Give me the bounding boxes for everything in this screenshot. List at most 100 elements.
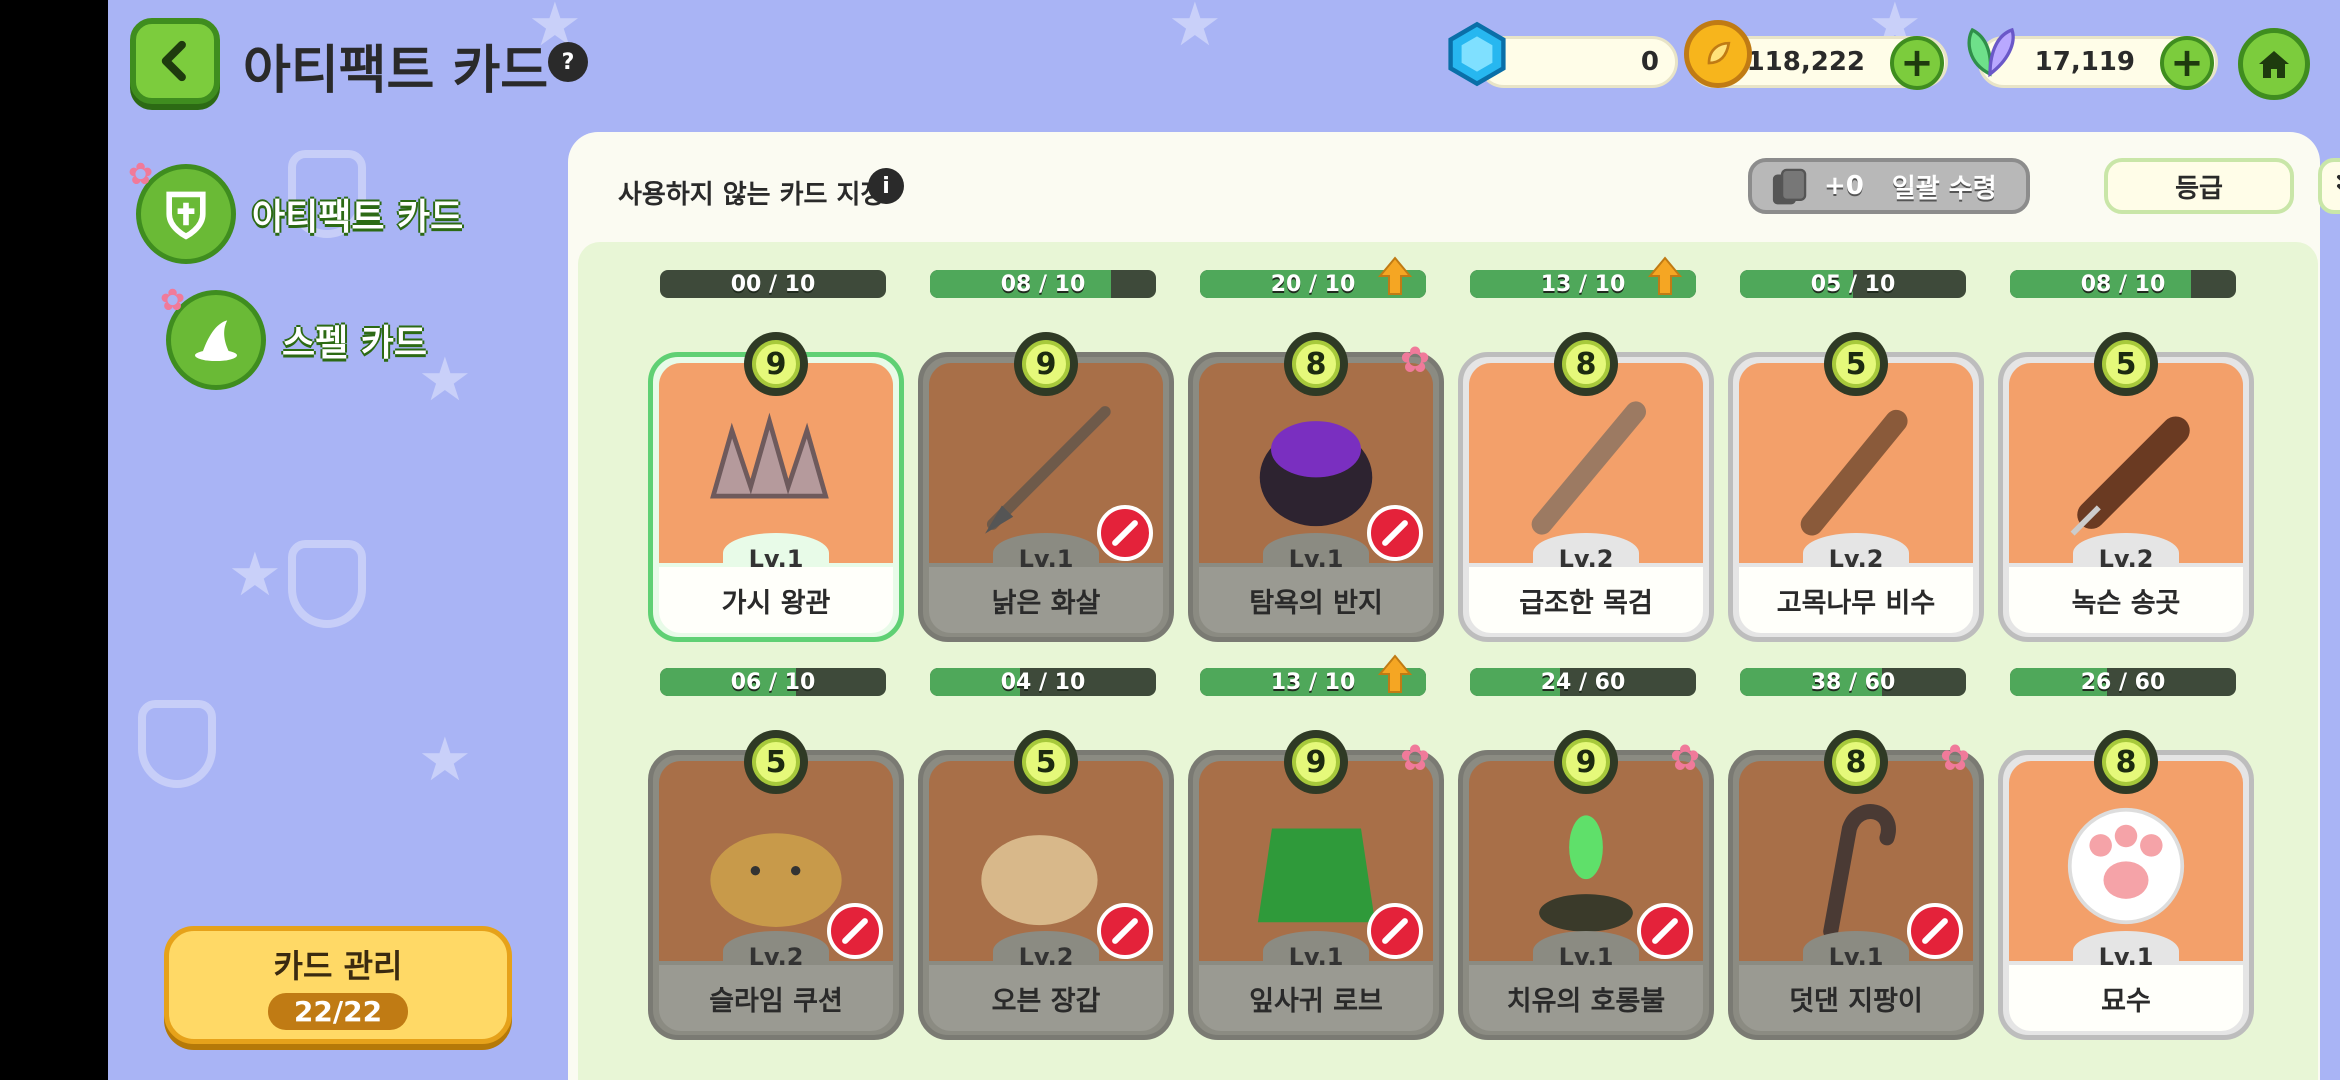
card-progress-text: 06 / 10 (730, 669, 816, 695)
home-icon (2259, 51, 2289, 78)
card-cost: 5 (1832, 340, 1880, 388)
home-button[interactable] (2238, 28, 2310, 100)
help-button[interactable]: ? (548, 42, 588, 82)
card-cost: 9 (1022, 340, 1070, 388)
info-icon[interactable]: i (868, 168, 904, 204)
card-cost: 8 (2102, 738, 2150, 786)
tab-spell-cards[interactable]: 스펠 카드 (166, 290, 427, 390)
cost-badge: 8 (2094, 730, 2158, 794)
cost-badge: 5 (2094, 332, 2158, 396)
card-progress-text: 24 / 60 (1540, 669, 1626, 695)
cost-badge: 9 (744, 332, 808, 396)
unused-ban-icon (1367, 903, 1423, 959)
artifact-icon (2067, 807, 2185, 925)
card-name: 탐욕의 반지 (1199, 567, 1433, 633)
card-cost: 9 (1562, 738, 1610, 786)
chevron-left-icon (161, 40, 186, 82)
artifact-card[interactable]: 06 / 10 Lv.2 슬라임 쿠션 5 (648, 668, 904, 1040)
star-decoration: ★ (1168, 0, 1222, 60)
tab-label: 아티팩트 카드 (252, 197, 464, 238)
artifact-card[interactable]: 08 / 10 Lv.2 녹슨 송곳 5 (1998, 270, 2254, 642)
card-cost: 9 (752, 340, 800, 388)
sort-toggle-button[interactable] (2318, 158, 2340, 214)
artifact-card[interactable]: 13 / 10 Lv.1 잎사귀 로브 9 ✿ (1188, 654, 1444, 1040)
artifact-card[interactable]: 00 / 10 Lv.1 가시 왕관 9 (648, 270, 904, 642)
cost-badge: 8 (1284, 332, 1348, 396)
artifact-card[interactable]: 20 / 10 Lv.1 탐욕의 반지 8 ✿ (1188, 256, 1444, 642)
bulk-receive-button[interactable]: +0 일괄 수령 (1748, 158, 2030, 214)
unused-ban-icon (1637, 903, 1693, 959)
card-progress-text: 08 / 10 (1000, 271, 1086, 297)
add-leaves-button[interactable]: + (2160, 36, 2214, 90)
cost-badge: 5 (1824, 332, 1888, 396)
unused-card-label: 사용하지 않는 카드 지정 (618, 180, 885, 210)
gem-amount: 0 (1640, 47, 1659, 77)
grade-filter-button[interactable]: 등급 (2104, 158, 2294, 214)
bulk-amount: +0 (1824, 171, 1864, 201)
flower-icon: ✿ (160, 283, 186, 318)
leaf-icon (1956, 18, 2024, 86)
cost-badge: 8 (1824, 730, 1888, 794)
card-progress-text: 08 / 10 (2080, 271, 2166, 297)
card-name: 덧댄 지팡이 (1739, 965, 1973, 1031)
flower-icon: ✿ (1400, 738, 1431, 779)
card-name: 급조한 목검 (1469, 567, 1703, 633)
unused-ban-icon (1097, 505, 1153, 561)
card-name: 고목나무 비수 (1739, 567, 1973, 633)
tab-artifact-cards[interactable]: 아티팩트 카드 (136, 164, 506, 264)
cost-badge: 8 (1554, 332, 1618, 396)
artifact-card[interactable]: 04 / 10 Lv.2 오븐 장갑 5 (918, 668, 1174, 1040)
add-coins-button[interactable]: + (1890, 36, 1944, 90)
artifact-card[interactable]: 05 / 10 Lv.2 고목나무 비수 5 (1728, 270, 1984, 642)
flower-icon: ✿ (1400, 340, 1431, 381)
card-cost: 9 (1292, 738, 1340, 786)
flower-icon: ✿ (128, 157, 154, 192)
artifact-card[interactable]: 24 / 60 Lv.1 치유의 호롱불 9 ✿ (1458, 668, 1714, 1040)
game-screen: ★ ★ ★ ★ ★ ★ 아티팩트 카드 ? 0 118,222 + 17,119 (108, 0, 2340, 1080)
artifact-card[interactable]: 38 / 60 Lv.1 덧댄 지팡이 8 ✿ (1728, 668, 1984, 1040)
upgrade-arrow-icon (1378, 256, 1412, 295)
card-progress-bar: 00 / 10 (660, 270, 886, 298)
unused-ban-icon (827, 903, 883, 959)
gem-icon (1443, 20, 1511, 88)
card-name: 녹슨 송곳 (2009, 567, 2243, 633)
card-manage-button[interactable]: 카드 관리 22/22 (164, 926, 512, 1044)
artifact-card[interactable]: 13 / 10 Lv.2 급조한 목검 8 (1458, 256, 1714, 642)
leaf-amount: 17,119 (2034, 47, 2135, 77)
card-progress-bar: 24 / 60 (1470, 668, 1696, 696)
card-progress-bar: 38 / 60 (1740, 668, 1966, 696)
card-progress-text: 26 / 60 (2080, 669, 2166, 695)
artifact-card[interactable]: 08 / 10 Lv.1 낡은 화살 9 (918, 270, 1174, 642)
artifact-icon (1531, 401, 1646, 535)
artifact-icon (710, 412, 829, 499)
unused-ban-icon (1367, 505, 1423, 561)
card-progress-text: 00 / 10 (730, 271, 816, 297)
bulk-label: 일괄 수령 (1891, 173, 1997, 204)
card-cost: 5 (1022, 738, 1070, 786)
artifact-card[interactable]: 26 / 60 Lv.1 묘수 8 (1998, 668, 2254, 1040)
cost-badge: 5 (744, 730, 808, 794)
flower-icon: ✿ (1940, 738, 1971, 779)
card-progress-text: 38 / 60 (1810, 669, 1896, 695)
flower-icon: ✿ (1670, 738, 1701, 779)
shield-decoration (288, 540, 366, 628)
artifact-icon (1800, 409, 1908, 536)
card-name: 잎사귀 로브 (1199, 965, 1433, 1031)
card-cost: 5 (752, 738, 800, 786)
unused-ban-icon (1907, 903, 1963, 959)
card-name: 치유의 호롱불 (1469, 965, 1703, 1031)
star-decoration: ★ (228, 540, 282, 610)
back-button[interactable] (130, 18, 220, 104)
cost-badge: 9 (1014, 332, 1078, 396)
shield-decoration (138, 700, 216, 788)
upgrade-arrow-icon (1378, 654, 1412, 693)
card-progress-text: 05 / 10 (1810, 271, 1896, 297)
card-cost: 5 (2102, 340, 2150, 388)
star-decoration: ★ (418, 725, 472, 795)
card-progress-bar: 05 / 10 (1740, 270, 1966, 298)
card-progress-bar: 26 / 60 (2010, 668, 2236, 696)
cards-icon (1772, 168, 1807, 205)
card-name: 낡은 화살 (929, 567, 1163, 633)
card-progress-bar: 08 / 10 (930, 270, 1156, 298)
card-name: 오븐 장갑 (929, 965, 1163, 1031)
